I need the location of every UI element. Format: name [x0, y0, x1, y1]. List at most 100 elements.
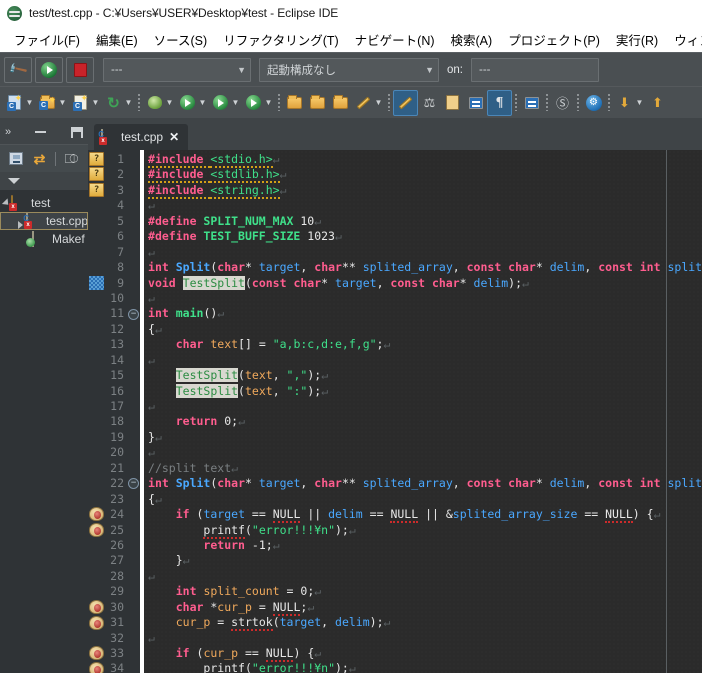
cpp-file-icon: xC [23, 212, 43, 229]
refresh-button[interactable]: ↻ ▼ [102, 90, 135, 116]
code-line: #define TEST_BUFF_SIZE 1023↵ [148, 229, 702, 244]
warning-marker-icon[interactable]: ? [89, 167, 105, 182]
tree-item-test-cpp[interactable]: xC test.cpp [0, 212, 89, 230]
import-button[interactable]: ⬇ ▼ [613, 90, 646, 116]
menu-edit[interactable]: 編集(E) [88, 28, 146, 51]
warning-marker-icon[interactable]: ? [89, 152, 105, 166]
code-token: delim [335, 615, 370, 630]
code-token: const char [466, 476, 536, 491]
open-folder-button[interactable] [283, 90, 306, 116]
code-token: , [584, 260, 599, 275]
chevron-down-icon[interactable]: ▼ [198, 98, 207, 107]
code-token: TestSplit [175, 368, 239, 383]
chevron-down-icon[interactable]: ▼ [165, 98, 174, 107]
chevron-down-icon[interactable]: ▼ [231, 98, 240, 107]
error-bug-marker-icon[interactable] [89, 661, 105, 673]
menu-source[interactable]: ソース(S) [146, 28, 216, 51]
stop-button[interactable] [66, 56, 94, 83]
minimize-view-icon[interactable] [35, 131, 47, 133]
build-all-button[interactable]: ▼ [143, 90, 176, 116]
view-filters-button[interactable]: ⎄ [63, 151, 80, 167]
menu-project[interactable]: プロジェクト(P) [500, 28, 608, 51]
chevron-down-icon[interactable]: ▼ [635, 98, 644, 107]
menu-navigate[interactable]: ナビゲート(N) [347, 28, 443, 51]
chevron-down-icon[interactable]: ▼ [91, 98, 100, 107]
eclipse-logo-icon [7, 5, 22, 21]
error-bug-marker-icon[interactable] [89, 522, 105, 537]
project-explorer-titlebar: » [0, 120, 89, 144]
menu-search[interactable]: 検索(A) [443, 28, 501, 51]
code-editor[interactable]: ??? 1 2 3 4 5 6 7 8 9 10 11 12 13 14 15 16 17 18 19 20 21 22 2… [88, 150, 702, 673]
error-bug-marker-icon[interactable] [89, 646, 105, 661]
run-config-icon [211, 93, 230, 112]
new-c-file-button[interactable]: C ✦ ▼ [69, 90, 102, 116]
line-number: 5 [117, 213, 125, 228]
run-toolbar-button[interactable]: ▼ [176, 90, 209, 116]
next-annotation-button[interactable] [441, 90, 464, 116]
debug-button[interactable]: ▼ [242, 90, 275, 116]
new-folder-button[interactable]: C ✦ ▼ [36, 90, 69, 116]
code-token: #include [148, 152, 211, 168]
chevron-down-icon[interactable]: ▼ [58, 98, 67, 107]
collapse-all-button[interactable] [7, 151, 24, 167]
target-combo[interactable]: --- [471, 57, 599, 82]
show-pilcrow-button[interactable]: ¶ [487, 89, 512, 116]
new-c-project-button[interactable]: C ✦ ▼ [3, 90, 36, 116]
warning-marker-icon[interactable]: ? [89, 182, 105, 197]
chevron-down-icon[interactable]: ▼ [264, 98, 273, 107]
launch-config-combo[interactable]: 起動構成なし ▼ [259, 57, 439, 82]
close-icon[interactable]: ✕ [169, 130, 179, 144]
open-element-button[interactable] [329, 90, 352, 116]
fold-collapse-icon[interactable]: − [128, 308, 140, 320]
maximize-view-icon[interactable] [71, 126, 84, 138]
code-token: == [362, 507, 391, 522]
fold-collapse-icon[interactable]: − [128, 478, 140, 490]
link-with-editor-button[interactable]: ⇄ [31, 151, 48, 167]
preferences-button[interactable]: ⚙ [582, 90, 605, 116]
line-number: 6 [117, 229, 125, 244]
annotation-ruler[interactable]: ??? [88, 150, 106, 673]
toolbar-separator [546, 94, 548, 111]
run-config-button[interactable]: ▼ [209, 90, 242, 116]
menu-refactor[interactable]: リファクタリング(T) [215, 28, 346, 51]
export-button[interactable]: ⬆ [646, 90, 669, 116]
error-bug-marker-icon[interactable] [89, 507, 105, 522]
occurrence-marker-icon[interactable] [89, 275, 105, 290]
view-menu-icon[interactable] [8, 178, 20, 184]
open-folder-icon [285, 93, 304, 112]
menu-window[interactable]: ウィンドウ(W) [666, 28, 702, 51]
restore-view-icon[interactable]: » [5, 126, 11, 138]
view-menu-cubes-icon: ⎄ [64, 150, 79, 166]
editor-tab-test-cpp[interactable]: xC test.cpp ✕ [94, 124, 189, 150]
code-line: ↵ [148, 291, 702, 306]
error-bug-marker-icon[interactable] [89, 615, 105, 630]
tree-item-test-project[interactable]: x test [0, 194, 88, 212]
chevron-down-icon[interactable]: ▼ [25, 98, 34, 107]
highlighter-button[interactable] [393, 89, 418, 116]
menu-run[interactable]: 実行(R) [608, 28, 666, 51]
error-bug-marker-icon[interactable] [89, 600, 105, 615]
show-whitespace-button[interactable] [464, 90, 487, 116]
skip-breakpoints-button[interactable]: Ⓢ [551, 90, 574, 116]
code-token: char [314, 476, 342, 491]
open-type-button[interactable] [306, 90, 329, 116]
line-number: 21 [110, 460, 125, 475]
project-explorer-toolbar: ⇄ ⎄ [0, 144, 89, 172]
toggle-block-selection-button[interactable]: ⚖ [418, 90, 441, 116]
code-token: target [335, 275, 377, 290]
chevron-down-icon[interactable]: ▼ [124, 98, 133, 107]
menu-file[interactable]: ファイル(F) [6, 28, 88, 51]
chevron-down-icon[interactable]: ▼ [374, 98, 383, 107]
code-token: ↵ [148, 290, 155, 305]
code-text[interactable]: #include <stdio.h>↵ #include <stdlib.h>↵ #… [144, 150, 702, 673]
run-button[interactable] [35, 56, 63, 83]
code-token: "a,b:c,d:e,f,g" [272, 337, 377, 352]
comment-button[interactable] [520, 90, 543, 116]
marker-pen-button[interactable]: ▼ [352, 90, 385, 116]
project-combo[interactable]: --- ▼ [103, 57, 251, 82]
tree-item-makefile[interactable]: Makef [0, 230, 88, 248]
build-button[interactable]: 🔨 [4, 56, 32, 83]
folding-ruler[interactable]: − − [127, 150, 141, 673]
code-token: const char [251, 275, 322, 290]
